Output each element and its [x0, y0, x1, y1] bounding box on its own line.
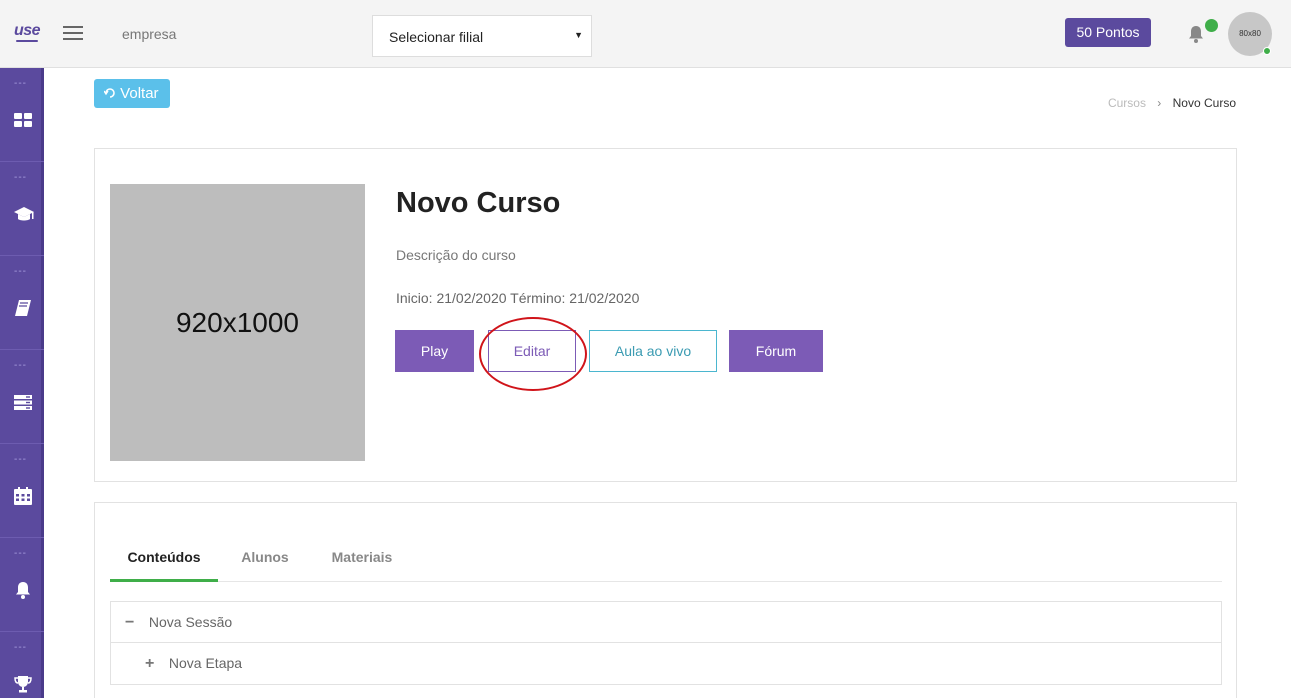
- back-arrow-icon: [103, 85, 120, 102]
- course-description: Descrição do curso: [396, 247, 516, 263]
- sidebar-dots: ---: [14, 360, 27, 371]
- book-icon: [13, 298, 33, 318]
- play-button[interactable]: Play: [395, 330, 474, 372]
- back-button[interactable]: Voltar: [94, 79, 170, 108]
- breadcrumb: Cursos › Novo Curso: [1108, 96, 1236, 110]
- top-bar: use empresa Selecionar filial ▼ 50 Ponto…: [0, 0, 1291, 68]
- notification-dot: [1203, 17, 1220, 34]
- sidebar-item-dashboard[interactable]: ---: [0, 68, 44, 162]
- branch-select[interactable]: Selecionar filial ▼: [372, 15, 592, 57]
- company-name: empresa: [122, 26, 177, 42]
- logo-text: use: [14, 22, 41, 39]
- online-status-dot: [1263, 47, 1271, 55]
- breadcrumb-current: Novo Curso: [1172, 96, 1236, 110]
- trophy-icon: [13, 674, 33, 694]
- course-card: 920x1000 Novo Curso Descrição do curso I…: [94, 148, 1237, 482]
- tab-bar: Conteúdos Alunos Materiais: [110, 549, 1222, 582]
- sidebar-item-notifications[interactable]: ---: [0, 538, 44, 632]
- branch-select-value: Selecionar filial: [389, 29, 484, 45]
- content-card: Conteúdos Alunos Materiais − Nova Sessão…: [94, 502, 1237, 698]
- tab-materials[interactable]: Materiais: [318, 549, 406, 582]
- step-label: Nova Etapa: [168, 655, 243, 671]
- calendar-icon: [13, 486, 33, 506]
- course-thumbnail: 920x1000: [110, 184, 365, 461]
- sidebar-item-ranking[interactable]: ---: [0, 632, 44, 698]
- forum-button[interactable]: Fórum: [729, 330, 823, 372]
- sidebar-dots: ---: [14, 548, 27, 559]
- back-button-label: Voltar: [120, 85, 159, 102]
- dashboard-icon: [13, 110, 33, 130]
- menu-toggle-icon[interactable]: [63, 26, 83, 42]
- sidebar-dots: ---: [14, 642, 27, 653]
- graduation-cap-icon: [13, 204, 34, 224]
- app-logo[interactable]: use: [14, 22, 41, 42]
- tree-item-section[interactable]: − Nova Sessão: [111, 602, 1221, 643]
- sidebar-dots: ---: [14, 78, 27, 89]
- expand-icon[interactable]: +: [145, 643, 159, 684]
- points-badge[interactable]: 50 Pontos: [1065, 18, 1151, 47]
- edit-button[interactable]: Editar: [488, 330, 576, 372]
- bell-icon: [13, 580, 33, 600]
- tab-contents[interactable]: Conteúdos: [110, 549, 218, 582]
- sidebar-item-library[interactable]: ---: [0, 256, 44, 350]
- sidebar-item-courses[interactable]: ---: [0, 162, 44, 256]
- sidebar-dots: ---: [14, 454, 27, 465]
- tab-students[interactable]: Alunos: [230, 549, 300, 582]
- sidebar-item-list[interactable]: ---: [0, 350, 44, 444]
- collapse-icon[interactable]: −: [125, 602, 139, 643]
- logo-underline: [16, 40, 38, 42]
- sidebar: --- --- --- --- --- --- ---: [0, 68, 44, 698]
- tree-item-step[interactable]: + Nova Etapa: [111, 643, 1221, 684]
- course-dates: Inicio: 21/02/2020 Término: 21/02/2020: [396, 290, 640, 306]
- section-label: Nova Sessão: [148, 614, 233, 630]
- live-class-button[interactable]: Aula ao vivo: [589, 330, 717, 372]
- sidebar-dots: ---: [14, 172, 27, 183]
- content-tree: − Nova Sessão + Nova Etapa: [110, 601, 1222, 685]
- breadcrumb-separator: ›: [1157, 96, 1162, 110]
- caret-down-icon: ▼: [574, 30, 583, 40]
- sidebar-dots: ---: [14, 266, 27, 277]
- breadcrumb-parent[interactable]: Cursos: [1108, 96, 1146, 110]
- sidebar-item-calendar[interactable]: ---: [0, 444, 44, 538]
- course-title: Novo Curso: [396, 187, 561, 219]
- list-icon: [13, 392, 33, 412]
